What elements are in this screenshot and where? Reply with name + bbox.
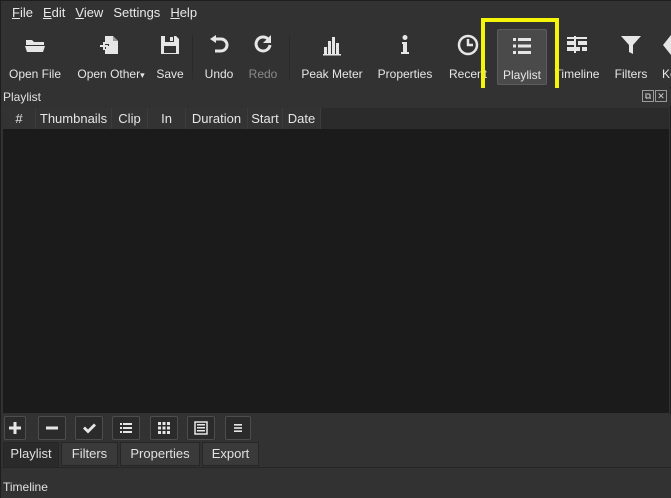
- undo-icon: [210, 35, 229, 53]
- playlist-menu-button[interactable]: [225, 416, 251, 440]
- column-clip[interactable]: Clip: [112, 108, 148, 129]
- column-start[interactable]: Start: [248, 108, 283, 129]
- menu-icon: [234, 424, 242, 432]
- timeline-button[interactable]: Timeline: [553, 29, 601, 85]
- save-label: Save: [156, 67, 184, 81]
- add-button[interactable]: [4, 416, 26, 440]
- main-toolbar: Open File Open Other▾ Save Undo Redo Pea…: [1, 25, 671, 87]
- tab-playlist[interactable]: Playlist: [3, 442, 59, 467]
- tiles-view-button[interactable]: [150, 416, 178, 440]
- playlist-table-body[interactable]: [3, 129, 669, 413]
- menu-bar: File Edit View Settings Help: [1, 1, 671, 25]
- tab-properties[interactable]: Properties: [120, 442, 200, 466]
- keyframes-label: Ke: [662, 67, 671, 81]
- timeline-dock: Timeline: [1, 467, 671, 498]
- save-icon: [161, 36, 179, 54]
- save-button[interactable]: Save: [153, 29, 187, 85]
- dock-tab-bar: Playlist Filters Properties Export: [1, 442, 671, 467]
- peak-meter-icon: [323, 37, 341, 56]
- check-icon: [83, 423, 96, 434]
- update-button[interactable]: [75, 416, 103, 440]
- info-icon: [401, 35, 409, 54]
- keyframes-button[interactable]: Ke: [657, 29, 671, 85]
- menu-edit[interactable]: Edit: [38, 1, 70, 25]
- filters-label: Filters: [614, 67, 648, 81]
- undo-button[interactable]: Undo: [202, 29, 236, 85]
- tab-export[interactable]: Export: [202, 442, 259, 466]
- playlist-label: Playlist: [502, 68, 541, 82]
- list-icon: [120, 423, 132, 433]
- grid-icon: [158, 422, 170, 434]
- icons-view-button[interactable]: [187, 416, 215, 440]
- playlist-table-header: # Thumbnails Clip In Duration Start Date: [3, 108, 669, 129]
- peak-meter-label: Peak Meter: [301, 67, 363, 81]
- playlist-button-row: [1, 414, 671, 442]
- column-filler: [321, 108, 669, 129]
- redo-icon: [254, 35, 272, 53]
- folder-open-icon: [25, 40, 45, 52]
- playlist-dock-title: Playlist: [1, 88, 671, 106]
- timeline-label: Timeline: [554, 67, 600, 81]
- dock-title-buttons: ⧉ ✕: [642, 90, 667, 102]
- open-other-icon: [100, 36, 118, 54]
- minus-icon: [46, 426, 58, 430]
- column-in[interactable]: In: [148, 108, 186, 129]
- recent-label: Recent: [448, 67, 488, 81]
- remove-button[interactable]: [38, 416, 66, 440]
- open-file-label: Open File: [8, 67, 62, 81]
- column-thumbnails[interactable]: Thumbnails: [36, 108, 112, 129]
- table-icon: [194, 421, 208, 435]
- peak-meter-button[interactable]: Peak Meter: [297, 29, 367, 85]
- open-file-button[interactable]: Open File: [7, 29, 63, 85]
- details-view-button[interactable]: [112, 416, 140, 440]
- recent-button[interactable]: Recent: [445, 29, 491, 85]
- timeline-dock-title: Timeline: [3, 480, 48, 494]
- column-date[interactable]: Date: [283, 108, 321, 129]
- toolbar-separator: [192, 35, 193, 79]
- redo-label: Redo: [248, 67, 278, 81]
- close-icon[interactable]: ✕: [655, 90, 667, 102]
- open-other-label: Open Other▾: [77, 67, 145, 81]
- playlist-button[interactable]: Playlist: [497, 29, 547, 85]
- menu-settings[interactable]: Settings: [108, 1, 165, 25]
- timeline-icon: [567, 36, 587, 53]
- open-other-button[interactable]: Open Other▾: [73, 29, 149, 85]
- column-number[interactable]: #: [3, 108, 36, 129]
- keyframes-icon: [663, 35, 671, 55]
- tab-filters[interactable]: Filters: [61, 442, 118, 466]
- undo-label: Undo: [204, 67, 234, 81]
- redo-button[interactable]: Redo: [246, 29, 280, 85]
- column-duration[interactable]: Duration: [186, 108, 248, 129]
- properties-button[interactable]: Properties: [373, 29, 437, 85]
- filter-icon: [621, 36, 641, 54]
- toolbar-separator: [289, 35, 290, 79]
- menu-view[interactable]: View: [70, 1, 108, 25]
- clock-icon: [457, 34, 479, 56]
- properties-label: Properties: [377, 67, 433, 81]
- float-icon[interactable]: ⧉: [642, 90, 654, 102]
- playlist-icon: [513, 38, 531, 54]
- shotcut-window: File Edit View Settings Help Open File O…: [0, 0, 671, 498]
- plus-icon: [9, 422, 21, 434]
- menu-file[interactable]: File: [7, 1, 38, 25]
- filters-button[interactable]: Filters: [609, 29, 653, 85]
- menu-help[interactable]: Help: [165, 1, 202, 25]
